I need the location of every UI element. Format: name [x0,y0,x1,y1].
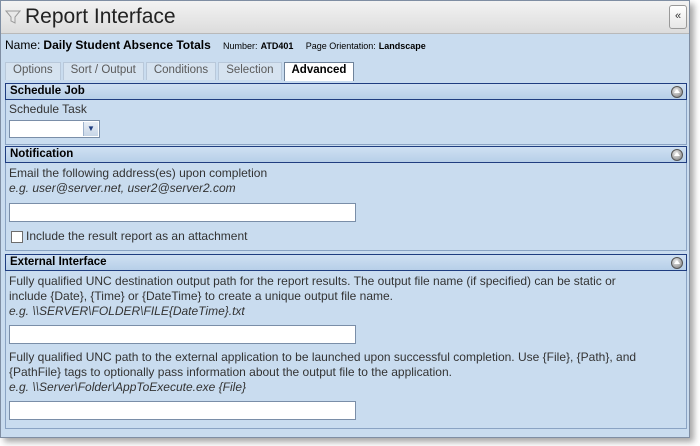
attachment-label: Include the result report as an attachme… [26,229,248,243]
tab-bar: Options Sort / Output Conditions Selecti… [5,62,356,81]
notification-title: Notification [10,148,74,160]
advanced-tab-content: Schedule Job Schedule Task ▼ Notificatio… [5,79,687,431]
notification-section: Email the following address(es) upon com… [5,163,687,251]
schedule-job-title: Schedule Job [10,85,85,97]
app-path-description-line2: {PathFile} tags to optionally pass infor… [9,365,452,379]
report-info-bar: Name: Daily Student Absence Totals Numbe… [5,38,426,52]
external-interface-title: External Interface [10,256,107,268]
notification-example: e.g. user@server.net, user2@server2.com [9,181,236,195]
section-caret-icon[interactable] [671,149,683,161]
orientation-label: Page Orientation: [305,41,376,51]
tab-selection[interactable]: Selection [218,62,282,80]
window-title: Report Interface [25,5,176,28]
report-orientation: Landscape [378,41,426,51]
external-interface-header[interactable]: External Interface [5,254,687,271]
output-path-example: e.g. \\SERVER\FOLDER\FILE{DateTime}.txt [9,304,245,318]
dropdown-arrow-icon[interactable]: ▼ [83,122,98,136]
name-label: Name: [5,38,41,52]
notification-header[interactable]: Notification [5,146,687,163]
section-caret-icon[interactable] [671,257,683,269]
number-label: Number: [223,41,258,51]
schedule-job-header[interactable]: Schedule Job [5,83,687,100]
report-interface-window: Report Interface « Name: Daily Student A… [0,0,690,438]
app-path-input[interactable] [9,401,356,420]
schedule-task-label: Schedule Task [9,102,87,116]
tab-conditions[interactable]: Conditions [145,62,217,80]
output-path-input[interactable] [9,325,356,344]
funnel-icon [5,10,21,24]
app-path-description-line1: Fully qualified UNC path to the external… [9,350,637,364]
title-bar: Report Interface « [1,1,689,34]
output-path-description-line1: Fully qualified UNC destination output p… [9,274,616,288]
collapse-button[interactable]: « [669,5,687,29]
output-path-description-line2: include {Date}, {Time} or {DateTime} to … [9,289,394,303]
section-caret-icon[interactable] [671,86,683,98]
attachment-checkbox[interactable] [11,231,23,243]
report-name: Daily Student Absence Totals [43,38,211,52]
email-addresses-input[interactable] [9,203,356,222]
schedule-job-section: Schedule Task ▼ [5,100,687,145]
tab-options[interactable]: Options [5,62,61,80]
notification-description: Email the following address(es) upon com… [9,166,268,180]
tab-sort-output[interactable]: Sort / Output [62,62,144,80]
app-path-example: e.g. \\Server\Folder\AppToExecute.exe {F… [9,380,247,394]
schedule-task-select[interactable]: ▼ [9,120,100,138]
external-interface-section: Fully qualified UNC destination output p… [5,271,687,429]
report-number: ATD401 [260,41,294,51]
